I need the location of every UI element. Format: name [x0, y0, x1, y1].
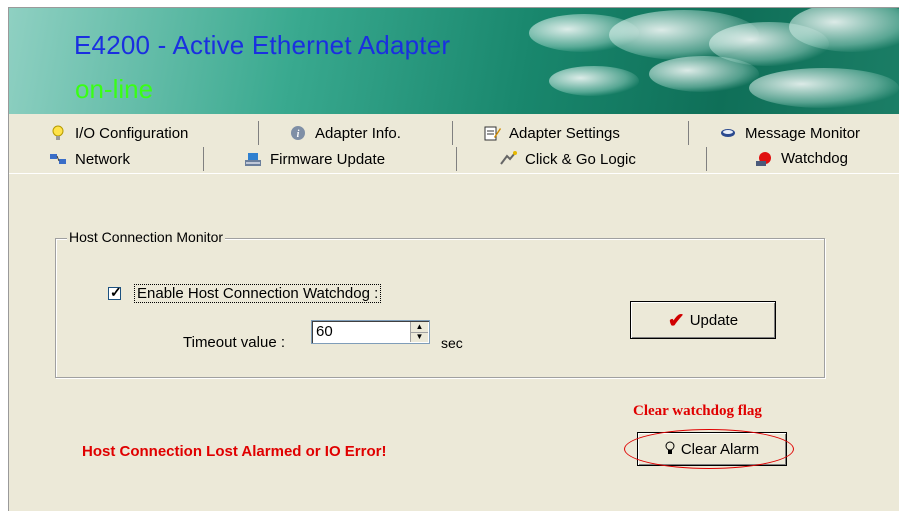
- update-button[interactable]: ✔ Update: [630, 301, 776, 339]
- clear-alarm-button[interactable]: Clear Alarm: [637, 432, 787, 466]
- settings-icon: [483, 125, 501, 141]
- tab-label: Adapter Settings: [509, 124, 620, 142]
- enable-watchdog-checkbox[interactable]: ✓: [108, 284, 122, 300]
- panel-divider: [9, 173, 899, 174]
- update-label: Update: [689, 311, 739, 329]
- tab-firmware-update[interactable]: Firmware Update: [204, 147, 457, 171]
- connection-status: on-line: [75, 74, 154, 104]
- lightbulb-icon: [49, 125, 67, 141]
- tab-label: Click & Go Logic: [525, 150, 636, 168]
- network-icon: [49, 151, 67, 167]
- tab-click-go-logic[interactable]: Click & Go Logic: [457, 147, 707, 171]
- check-icon: ✔: [667, 309, 685, 332]
- app-window: E4200 - Active Ethernet Adapter on-line …: [8, 7, 899, 511]
- logic-icon: [499, 151, 517, 167]
- tab-label: Adapter Info.: [315, 124, 401, 142]
- monitor-icon: [719, 125, 737, 141]
- tab-label: Network: [75, 150, 131, 168]
- watchdog-icon: [755, 151, 773, 167]
- tab-label: Watchdog: [781, 150, 848, 167]
- checkmark-icon: ✓: [110, 284, 122, 300]
- bulb-icon: [665, 441, 675, 458]
- enable-watchdog-label[interactable]: Enable Host Connection Watchdog :: [134, 284, 382, 303]
- app-title: E4200 - Active Ethernet Adapter: [74, 30, 451, 60]
- tab-message-monitor[interactable]: Message Monitor: [689, 121, 899, 145]
- tab-network[interactable]: Network: [49, 147, 204, 171]
- clear-alarm-label: Clear Alarm: [680, 440, 760, 458]
- tab-adapter-settings[interactable]: Adapter Settings: [453, 121, 689, 145]
- firmware-icon: [244, 151, 262, 167]
- header-banner: E4200 - Active Ethernet Adapter on-line: [9, 8, 899, 114]
- info-icon: i: [289, 125, 307, 141]
- timeout-unit: sec: [441, 335, 463, 351]
- alarm-message: Host Connection Lost Alarmed or IO Error…: [82, 443, 387, 460]
- clear-watchdog-note: Clear watchdog flag: [633, 403, 762, 419]
- tab-label: I/O Configuration: [75, 124, 189, 142]
- tab-label: Firmware Update: [270, 150, 386, 168]
- timeout-value[interactable]: 60: [316, 323, 333, 340]
- tab-row-2: Network Firmware Update Click & Go Logic…: [9, 145, 899, 173]
- tab-label: Message Monitor: [745, 124, 861, 142]
- tab-adapter-info[interactable]: i Adapter Info.: [259, 121, 453, 145]
- spin-buttons: ▲ ▼: [410, 322, 428, 342]
- svg-text:i: i: [297, 129, 300, 140]
- tab-row-1: I/O Configuration i Adapter Info. Adapte…: [9, 121, 899, 147]
- timeout-stepper[interactable]: 60 ▲ ▼: [311, 320, 430, 344]
- group-title: Host Connection Monitor: [67, 229, 226, 245]
- spin-down-icon[interactable]: ▼: [411, 332, 428, 342]
- tab-io-configuration[interactable]: I/O Configuration: [49, 121, 259, 145]
- tab-watchdog[interactable]: Watchdog: [707, 145, 899, 172]
- timeout-label: Timeout value :: [183, 334, 285, 351]
